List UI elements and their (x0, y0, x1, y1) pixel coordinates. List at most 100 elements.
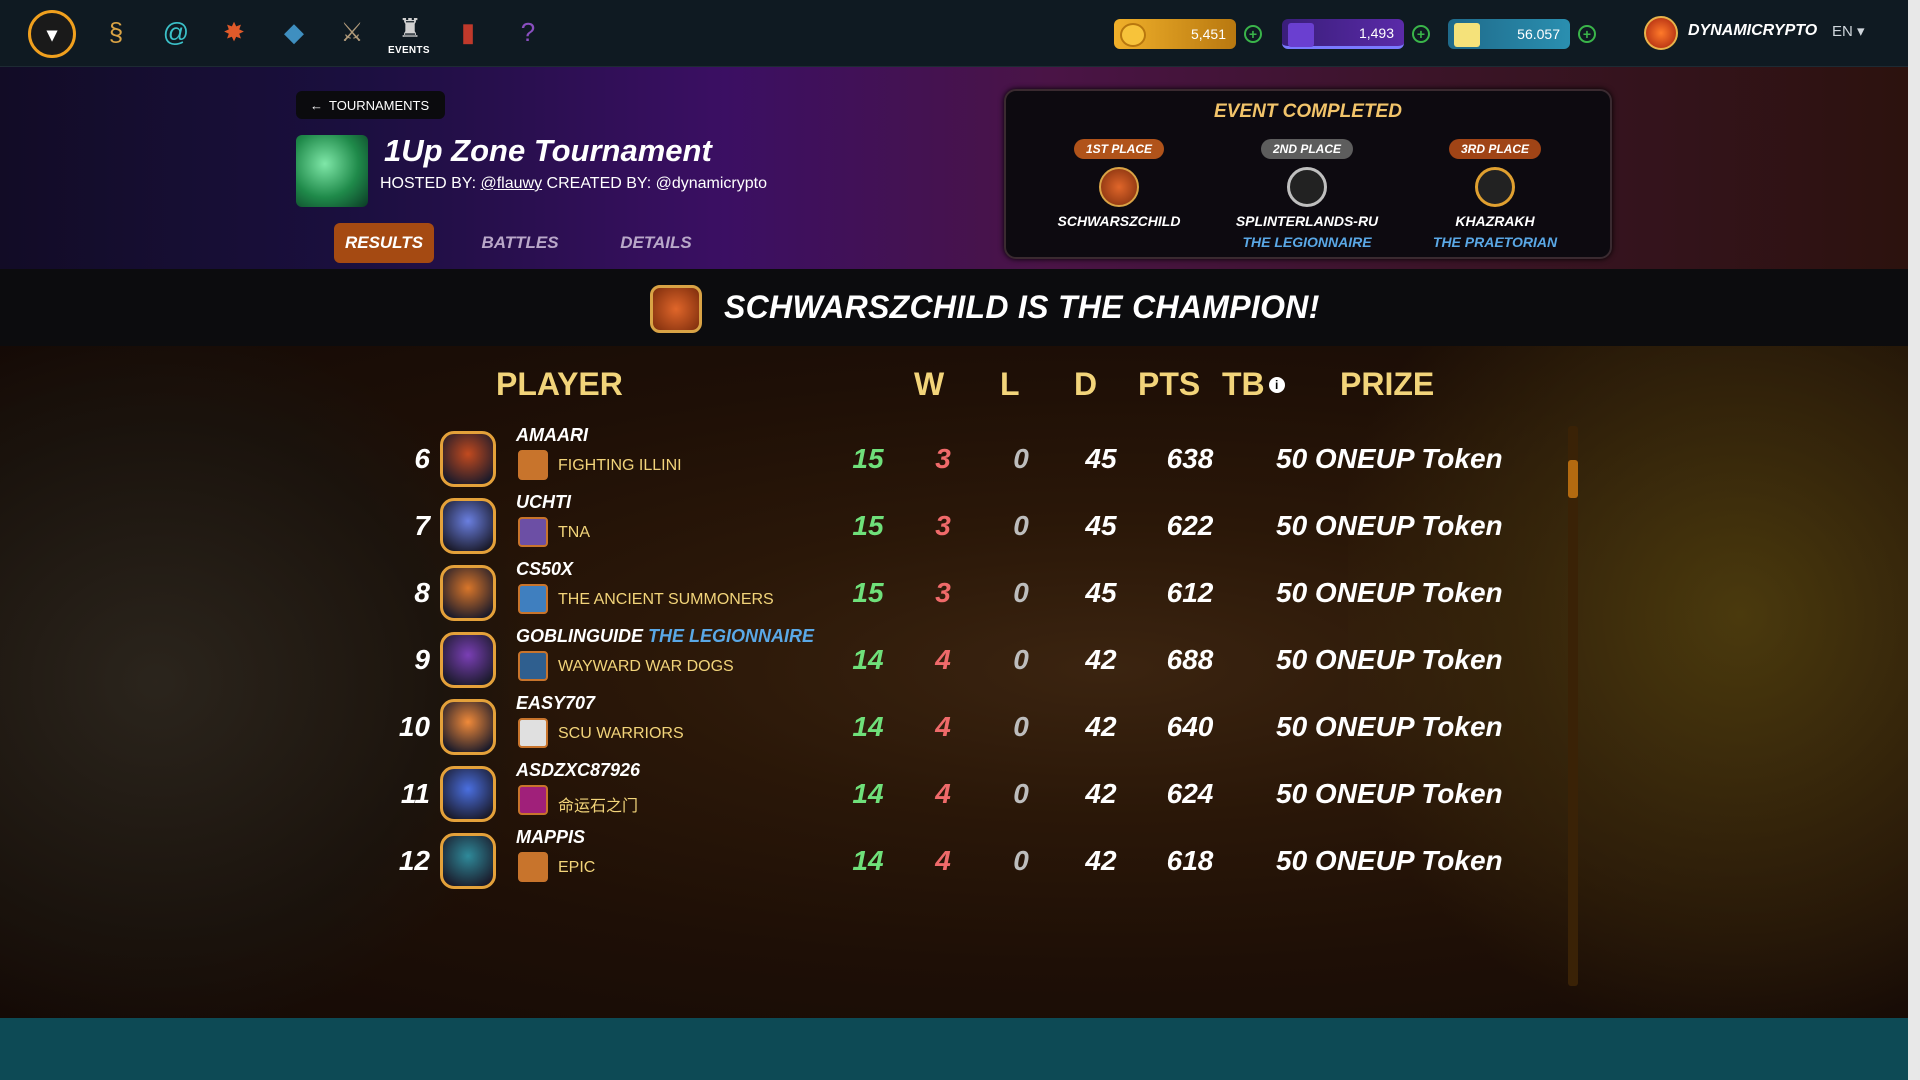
tiebreak: 638 (1166, 443, 1214, 474)
cards-icon[interactable]: ◆ (274, 12, 314, 52)
hosted-prefix: HOSTED BY: (380, 175, 477, 192)
footer-bar (0, 1018, 1908, 1080)
points: 42 (1085, 778, 1117, 809)
guild-name[interactable]: EPIC (558, 859, 595, 877)
creator-name: @dynamicrypto (655, 175, 767, 192)
event-completed-title: EVENT COMPLETED (1214, 101, 1402, 122)
page-scrollbar[interactable] (1908, 0, 1920, 1080)
third-place-pill: 3RD PLACE (1448, 139, 1541, 159)
scroll-icon[interactable]: § (96, 12, 136, 52)
player-name[interactable]: GOBLINGUIDE (516, 626, 643, 646)
table-row[interactable]: 8 CS50X THE ANCIENT SUMMONERS 15 3 0 45 612 50 … (0, 559, 1580, 626)
table-scrollbar[interactable] (1568, 426, 1578, 986)
draws: 0 (1013, 778, 1029, 809)
player-name-line: MAPPIS (516, 827, 585, 848)
table-scrollbar-thumb[interactable] (1568, 460, 1578, 498)
guild-name[interactable]: FIGHTING ILLINI (558, 457, 682, 475)
tournament-header: ← TOURNAMENTS 1Up Zone Tournament HOSTED… (0, 67, 1908, 269)
player-avatar[interactable] (440, 699, 496, 755)
points: 42 (1085, 845, 1117, 876)
second-place: 2ND PLACE SPLINTERLANDS-RU THE LEGIONNAI… (1212, 139, 1402, 253)
rank: 11 (400, 778, 430, 809)
language-select[interactable]: EN ▾ (1832, 22, 1865, 40)
user-avatar[interactable] (1644, 16, 1678, 50)
table-row[interactable]: 7 UCHTI TNA 15 3 0 45 622 50 ONEUP Token (0, 492, 1580, 559)
table-row[interactable]: 6 AMAARI FIGHTING ILLINI 15 3 0 45 638 50 ONEUP… (0, 425, 1580, 492)
banner-icon[interactable]: ▮ (448, 12, 488, 52)
wins: 14 (852, 644, 884, 675)
rank: 10 (398, 711, 430, 742)
host-link[interactable]: @flauwy (480, 175, 542, 192)
guild-icon (518, 718, 548, 748)
points: 45 (1085, 443, 1117, 474)
quest-icon[interactable]: ? (508, 12, 548, 52)
second-place-pill: 2ND PLACE (1260, 139, 1353, 159)
back-to-tournaments-button[interactable]: ← TOURNAMENTS (296, 91, 446, 119)
player-avatar[interactable] (440, 498, 496, 554)
tournament-title: 1Up Zone Tournament (384, 133, 712, 168)
player-name[interactable]: CS50X (516, 559, 573, 579)
add-rank-button[interactable]: + (1412, 25, 1430, 43)
events-icon[interactable]: ♜ (390, 8, 430, 48)
monster-logo-icon[interactable]: ▾ (28, 10, 76, 58)
credits-balance[interactable]: 5,451 (1114, 19, 1236, 49)
prize: 50 ONEUP Token (1276, 778, 1503, 809)
losses: 4 (935, 711, 951, 742)
guild-name[interactable]: TNA (558, 524, 590, 542)
rank-balance[interactable]: 1,493 (1282, 19, 1404, 49)
champion-avatar (650, 285, 702, 333)
points: 45 (1085, 510, 1117, 541)
add-sps-button[interactable]: + (1578, 25, 1596, 43)
player-avatar[interactable] (440, 766, 496, 822)
guild-name[interactable]: SCU WARRIORS (558, 725, 684, 743)
add-credits-button[interactable]: + (1244, 25, 1262, 43)
player-name[interactable]: MAPPIS (516, 827, 585, 847)
losses: 4 (935, 644, 951, 675)
table-row[interactable]: 9 GOBLINGUIDE THE LEGIONNAIRE WAYWARD WAR … (0, 626, 1580, 693)
splinter-icon[interactable]: ✸ (214, 12, 254, 52)
losses: 4 (935, 845, 951, 876)
draws: 0 (1013, 711, 1029, 742)
tab-battles[interactable]: BATTLES (470, 223, 570, 263)
player-name[interactable]: UCHTI (516, 492, 571, 512)
player-name[interactable]: EASY707 (516, 693, 595, 713)
sword-icon[interactable]: ⚔ (332, 12, 372, 52)
table-row[interactable]: 12 MAPPIS EPIC 14 4 0 42 618 50 ONEUP Token (0, 827, 1580, 894)
player-name[interactable]: ASDZXC87926 (516, 760, 640, 780)
second-place-guild[interactable]: THE LEGIONNAIRE (1212, 232, 1402, 253)
guild-name[interactable]: WAYWARD WAR DOGS (558, 658, 734, 676)
player-avatar[interactable] (440, 431, 496, 487)
events-label[interactable]: EVENTS (388, 45, 430, 56)
guild-icon (518, 785, 548, 815)
credits-value: 5,451 (1190, 26, 1226, 42)
draws: 0 (1013, 644, 1029, 675)
info-icon[interactable]: i (1268, 377, 1285, 393)
second-place-name[interactable]: SPLINTERLANDS-RU (1212, 211, 1402, 232)
first-place-name[interactable]: SCHWARSZCHILD (1024, 211, 1214, 232)
player-guild-title[interactable]: THE LEGIONNAIRE (648, 626, 814, 646)
player-avatar[interactable] (440, 632, 496, 688)
points: 42 (1085, 711, 1117, 742)
swirl-icon[interactable]: @ (156, 12, 196, 52)
guild-name[interactable]: THE ANCIENT SUMMONERS (558, 591, 774, 609)
username[interactable]: DYNAMICRYPTO (1688, 22, 1817, 40)
prize: 50 ONEUP Token (1276, 711, 1503, 742)
player-name[interactable]: AMAARI (516, 425, 588, 445)
tab-results[interactable]: RESULTS (334, 223, 434, 263)
guild-name[interactable]: 命运石之门 (558, 792, 638, 816)
player-avatar[interactable] (440, 565, 496, 621)
third-place-name[interactable]: KHAZRAKH (1455, 213, 1534, 229)
draws: 0 (1013, 577, 1029, 608)
losses: 3 (935, 577, 951, 608)
third-place-guild[interactable]: THE PRAETORIAN (1400, 232, 1590, 253)
champion-text: SCHWARSZCHILD IS THE CHAMPION! (724, 289, 1320, 325)
third-place-name-line: KHAZRAKH (1400, 211, 1590, 232)
table-row[interactable]: 11 ASDZXC87926 命运石之门 14 4 0 42 624 50 ONEUP Tok… (0, 760, 1580, 827)
sps-balance[interactable]: 56.057 (1448, 19, 1570, 49)
player-avatar[interactable] (440, 833, 496, 889)
table-row[interactable]: 10 EASY707 SCU WARRIORS 14 4 0 42 640 50 ONEUP … (0, 693, 1580, 760)
event-completed-panel: EVENT COMPLETED 1ST PLACE SCHWARSZCHILD … (1004, 89, 1612, 259)
rank: 9 (414, 644, 430, 675)
tab-details[interactable]: DETAILS (606, 223, 706, 263)
player-name-line: GOBLINGUIDE THE LEGIONNAIRE (516, 626, 814, 647)
